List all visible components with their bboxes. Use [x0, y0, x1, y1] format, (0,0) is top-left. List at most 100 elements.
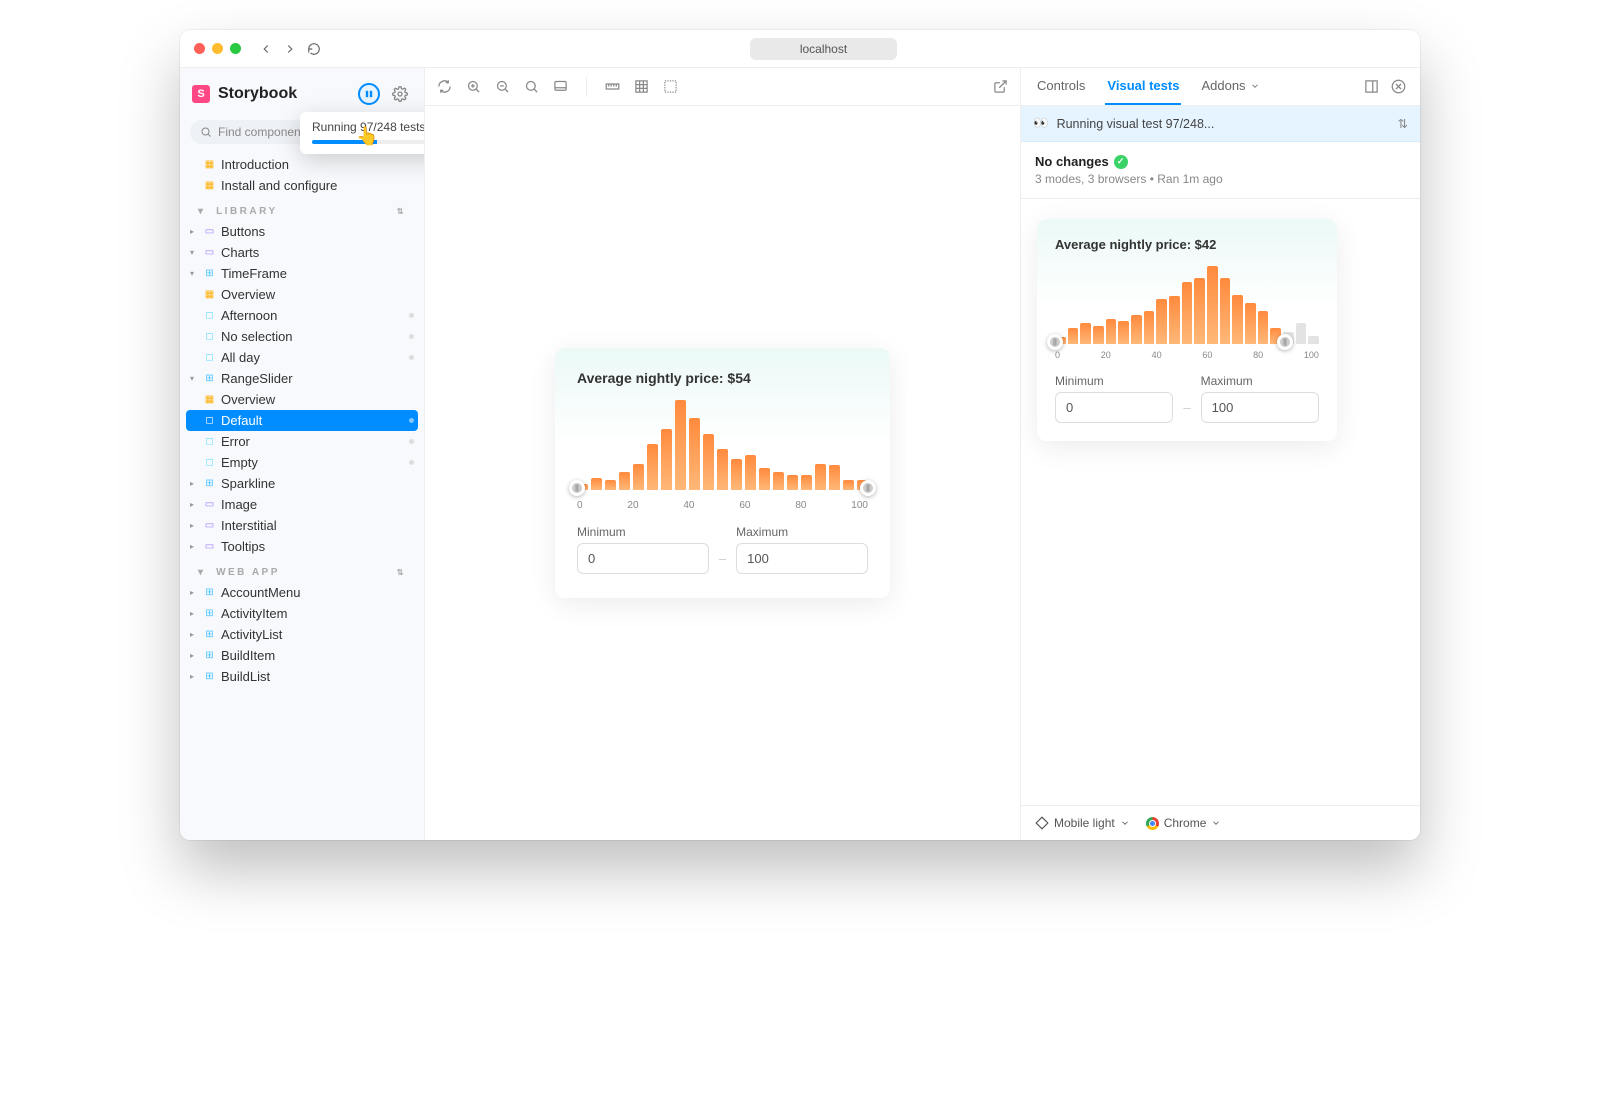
- sidebar-item-noselection[interactable]: ◻No selection: [186, 326, 418, 347]
- histogram-bar: [717, 449, 728, 490]
- remount-icon[interactable]: [437, 79, 452, 94]
- component-icon: ⊞: [203, 586, 216, 599]
- story-icon: ◻: [203, 330, 216, 343]
- snapshot-card: Average nightly price: $42 || || 0204060…: [1037, 219, 1337, 441]
- sidebar-item-activityitem[interactable]: ▸⊞ActivityItem: [186, 603, 418, 624]
- histogram-bar: [1232, 295, 1243, 344]
- sidebar-item-accountmenu[interactable]: ▸⊞AccountMenu: [186, 582, 418, 603]
- story-icon: ◻: [203, 435, 216, 448]
- viewport-icon[interactable]: [553, 79, 568, 94]
- sort-icon[interactable]: ⇅: [1398, 116, 1408, 131]
- mode-selector[interactable]: Mobile light: [1035, 816, 1130, 830]
- url-bar[interactable]: localhost: [750, 38, 897, 60]
- axis-tick: 40: [1152, 350, 1162, 360]
- slider-handle-left[interactable]: ||: [569, 480, 585, 496]
- group-webapp[interactable]: ▾ WEB APP⇅: [186, 557, 418, 582]
- sidebar-item-introduction[interactable]: ▦Introduction: [186, 154, 418, 175]
- back-icon[interactable]: [259, 42, 273, 56]
- snapshot-title: Average nightly price: $42: [1055, 237, 1319, 252]
- snapshot-max-label: Maximum: [1201, 374, 1319, 388]
- group-library[interactable]: ▾ LIBRARY⇅: [186, 196, 418, 221]
- titlebar: localhost: [180, 30, 1420, 68]
- snapshot-min-input[interactable]: [1055, 392, 1173, 423]
- slider-handle-right[interactable]: ||: [1277, 334, 1293, 350]
- sidebar-item-interstitial[interactable]: ▸▭Interstitial: [186, 515, 418, 536]
- axis-tick: 60: [739, 500, 750, 511]
- min-input[interactable]: [577, 543, 709, 574]
- outline-icon[interactable]: [663, 79, 678, 94]
- sidebar-item-image[interactable]: ▸▭Image: [186, 494, 418, 515]
- histogram[interactable]: || ||: [577, 400, 868, 490]
- app-window: localhost S Storybook Running 97/248 tes…: [180, 30, 1420, 840]
- tab-visual-tests[interactable]: Visual tests: [1105, 68, 1181, 105]
- sidebar-item-afternoon[interactable]: ◻Afternoon: [186, 305, 418, 326]
- open-external-icon[interactable]: [993, 79, 1008, 94]
- zoom-in-icon[interactable]: [466, 79, 481, 94]
- gear-icon[interactable]: [388, 82, 412, 106]
- histogram-bar: [1169, 296, 1180, 344]
- sidebar-item-install[interactable]: ▦Install and configure: [186, 175, 418, 196]
- tab-controls[interactable]: Controls: [1035, 68, 1087, 105]
- sidebar-item-sparkline[interactable]: ▸⊞Sparkline: [186, 473, 418, 494]
- dash-separator: –: [719, 551, 726, 574]
- grid-icon[interactable]: [634, 79, 649, 94]
- card-title: Average nightly price: $54: [577, 370, 868, 386]
- folder-icon: ▭: [203, 540, 216, 553]
- axis-tick: 0: [1055, 350, 1060, 360]
- sidebar-item-builditem[interactable]: ▸⊞BuildItem: [186, 645, 418, 666]
- histogram-bar: [619, 472, 630, 490]
- component-icon: ⊞: [203, 607, 216, 620]
- histogram-bar: [1144, 311, 1155, 344]
- sidebar-item-rs-overview[interactable]: ▦Overview: [186, 389, 418, 410]
- nav-buttons: [259, 42, 321, 56]
- maximize-window-icon[interactable]: [230, 43, 241, 54]
- sidebar-item-rs-empty[interactable]: ◻Empty: [186, 452, 418, 473]
- storybook-logo-icon: S: [192, 85, 210, 103]
- max-label: Maximum: [736, 525, 868, 539]
- component-icon: ⊞: [203, 670, 216, 683]
- slider-handle-right[interactable]: ||: [860, 480, 876, 496]
- folder-icon: ▭: [203, 225, 216, 238]
- sidebar-item-tooltips[interactable]: ▸▭Tooltips: [186, 536, 418, 557]
- sidebar-item-allday[interactable]: ◻All day: [186, 347, 418, 368]
- minimize-window-icon[interactable]: [212, 43, 223, 54]
- histogram-bar: [731, 459, 742, 490]
- snapshot-x-axis: 020406080100: [1055, 350, 1319, 360]
- run-tests-button[interactable]: [358, 83, 380, 105]
- panel-position-icon[interactable]: [1364, 79, 1379, 94]
- sidebar-item-activitylist[interactable]: ▸⊞ActivityList: [186, 624, 418, 645]
- chevron-down-icon: [1120, 818, 1130, 828]
- forward-icon[interactable]: [283, 42, 297, 56]
- sidebar-item-rs-error[interactable]: ◻Error: [186, 431, 418, 452]
- sidebar-item-overview[interactable]: ▦Overview: [186, 284, 418, 305]
- status-dot: [409, 439, 414, 444]
- ruler-icon[interactable]: [605, 79, 620, 94]
- reload-icon[interactable]: [307, 42, 321, 56]
- component-icon: ⊞: [203, 628, 216, 641]
- panel-footer: Mobile light Chrome: [1021, 805, 1420, 840]
- axis-tick: 20: [627, 500, 638, 511]
- canvas-area: Average nightly price: $54 || || 0204060…: [425, 68, 1020, 840]
- tab-addons[interactable]: Addons: [1199, 68, 1261, 105]
- browser-selector[interactable]: Chrome: [1146, 816, 1222, 830]
- sidebar-item-rangeslider[interactable]: ▾⊞RangeSlider: [186, 368, 418, 389]
- zoom-reset-icon[interactable]: [524, 79, 539, 94]
- sidebar-item-timeframe[interactable]: ▾⊞TimeFrame: [186, 263, 418, 284]
- slider-handle-left[interactable]: ||: [1047, 334, 1063, 350]
- status-dot: [409, 334, 414, 339]
- sidebar-item-buildlist[interactable]: ▸⊞BuildList: [186, 666, 418, 687]
- snapshot-min-label: Minimum: [1055, 374, 1173, 388]
- addons-panel: Controls Visual tests Addons 👀 Running v…: [1020, 68, 1420, 840]
- sidebar-item-rs-default[interactable]: ◻Default: [186, 410, 418, 431]
- zoom-out-icon[interactable]: [495, 79, 510, 94]
- status-dot: [409, 355, 414, 360]
- snapshot-max-input[interactable]: [1201, 392, 1319, 423]
- max-input[interactable]: [736, 543, 868, 574]
- sidebar-item-charts[interactable]: ▾▭Charts: [186, 242, 418, 263]
- rangeslider-card: Average nightly price: $54 || || 0204060…: [555, 348, 890, 598]
- close-window-icon[interactable]: [194, 43, 205, 54]
- close-panel-icon[interactable]: [1391, 79, 1406, 94]
- folder-icon: ▭: [203, 246, 216, 259]
- sidebar-item-buttons[interactable]: ▸▭Buttons: [186, 221, 418, 242]
- axis-tick: 20: [1101, 350, 1111, 360]
